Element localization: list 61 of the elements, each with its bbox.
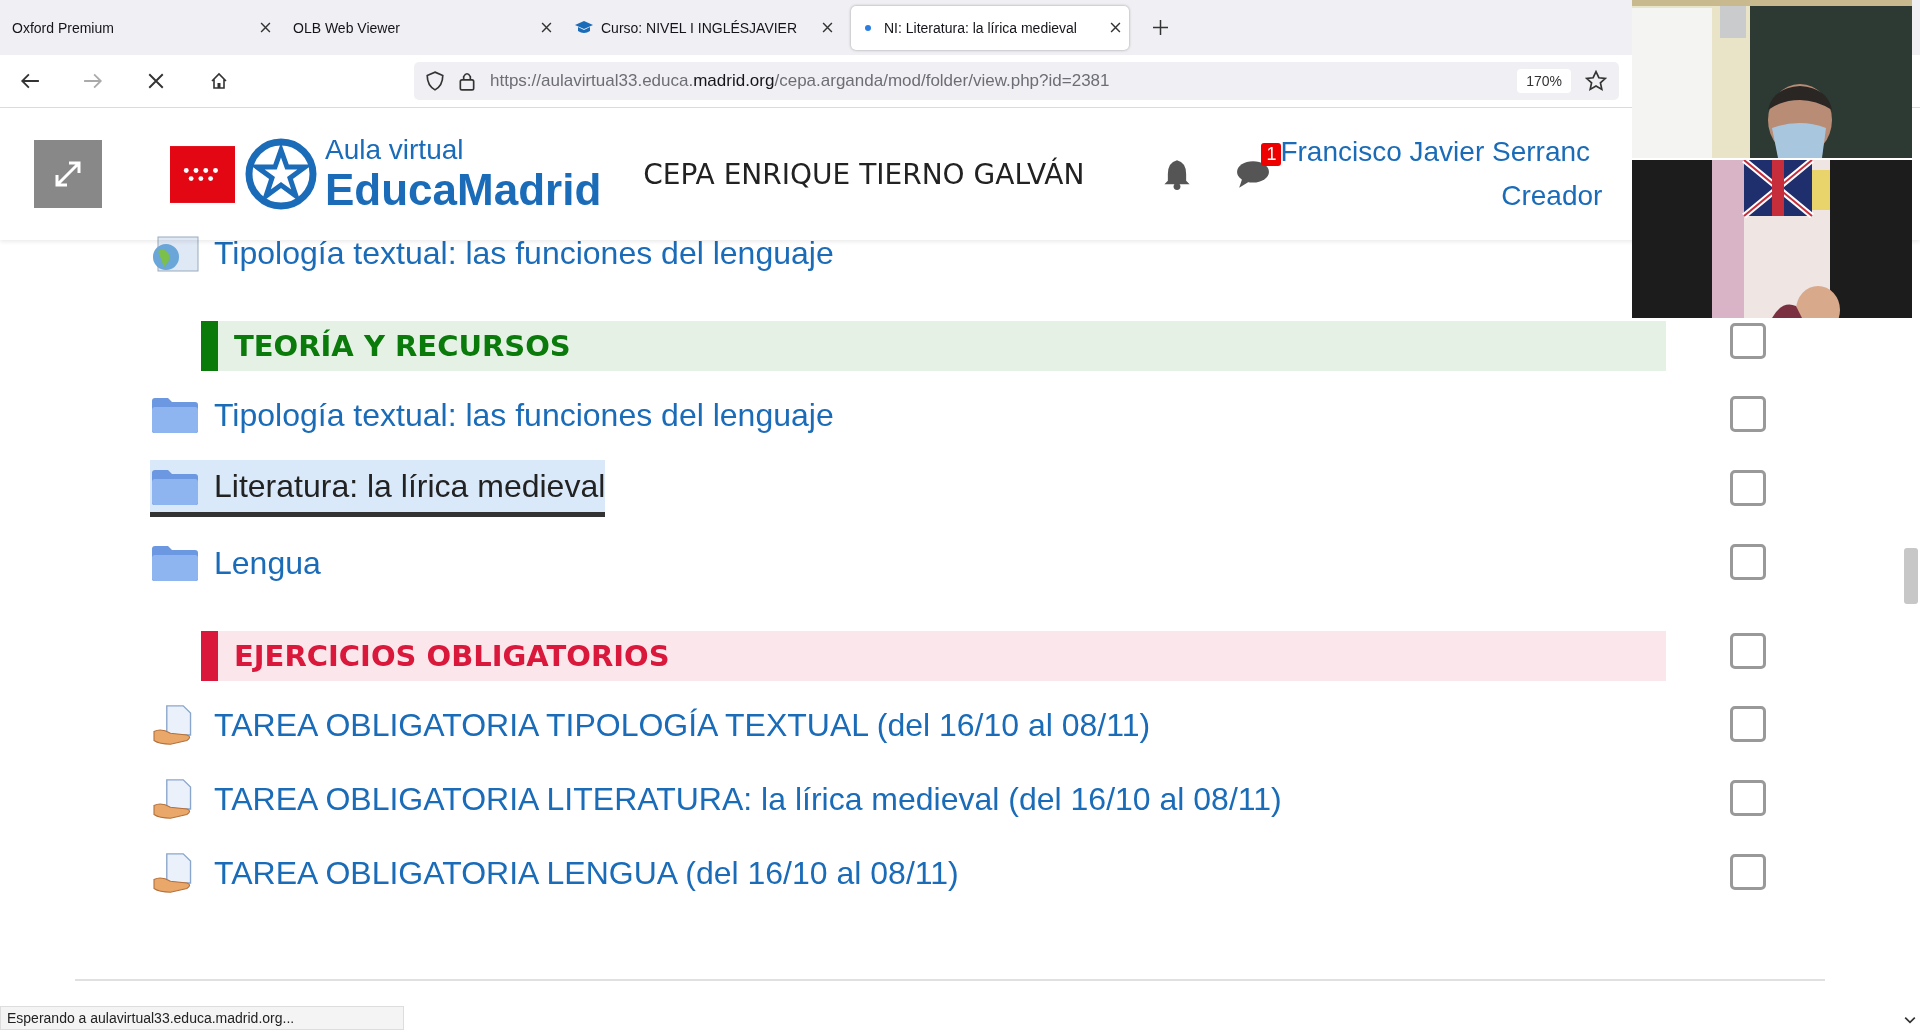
notification-badge: 1 — [1261, 143, 1282, 166]
activity-title: TAREA OBLIGATORIA LITERATURA: la lírica medieval (del 16/10 al 08/11) — [214, 780, 1282, 818]
back-icon[interactable] — [20, 72, 40, 90]
activity-title: Literatura: la lírica medieval — [214, 468, 606, 505]
stop-icon[interactable] — [146, 72, 166, 90]
activity-link[interactable]: Tipología textual: las funciones del lenguaje — [150, 388, 834, 440]
user-name[interactable]: Francisco Javier Serranc — [1280, 136, 1591, 168]
activity-title: Tipología textual: las funciones del lenguaje — [214, 396, 834, 434]
completion-checkbox[interactable] — [1730, 633, 1766, 669]
activity-title: TAREA OBLIGATORIA LENGUA (del 16/10 al 08/11) — [214, 854, 959, 892]
browser-tab[interactable]: NI: Literatura: la lírica medieval — [851, 5, 1129, 50]
close-icon[interactable] — [541, 22, 552, 33]
new-tab-icon[interactable] — [1153, 20, 1168, 35]
activity-link[interactable]: TAREA OBLIGATORIA TIPOLOGÍA TEXTUAL (del 16/10 al 08/11) — [150, 698, 1151, 750]
section-heading: EJERCICIOS OBLIGATORIOS — [201, 631, 1666, 681]
tab-title: Oxford Premium — [12, 19, 115, 36]
tab-title: Curso: NIVEL I INGLÉSJAVIER — [601, 19, 799, 36]
bookmark-star-icon[interactable] — [1585, 70, 1607, 92]
url-text[interactable]: https://aulavirtual33.educa.madrid.org/cepa.arganda/mod/folder/view.php?id=2381 — [490, 71, 1504, 91]
activity-title: Lengua — [214, 544, 321, 582]
address-field[interactable]: https://aulavirtual33.educa.madrid.org/cepa.arganda/mod/folder/view.php?id=2381 170% — [414, 62, 1619, 100]
activity-link[interactable]: TAREA OBLIGATORIA LITERATURA: la lírica medieval (del 16/10 al 08/11) — [150, 772, 1282, 824]
activity-link[interactable]: Lengua — [150, 536, 321, 588]
completion-checkbox[interactable] — [1730, 780, 1766, 816]
browser-tab[interactable]: OLB Web Viewer — [285, 5, 560, 50]
activity-title: Tipología textual: las funciones del lenguaje — [214, 234, 834, 272]
status-text: Esperando a aulavirtual33.educa.madrid.org... — [0, 1006, 404, 1030]
completion-checkbox[interactable] — [1730, 854, 1766, 890]
chat-bubble-icon[interactable] — [1236, 159, 1271, 189]
tab-title: NI: Literatura: la lírica medieval — [884, 19, 1078, 36]
loading-dot-icon — [865, 24, 871, 31]
home-icon[interactable] — [209, 72, 229, 90]
close-icon[interactable] — [822, 22, 833, 33]
completion-checkbox[interactable] — [1730, 544, 1766, 580]
graduation-cap-icon — [574, 19, 594, 36]
expand-icon — [53, 159, 83, 189]
browser-tab[interactable]: Curso: NIVEL I INGLÉSJAVIER — [566, 5, 841, 50]
section-heading: TEORÍA Y RECURSOS — [201, 321, 1666, 371]
school-name: CEPA ENRIQUE TIERNO GALVÁN — [643, 157, 1085, 191]
logo-title: EducaMadrid — [325, 168, 602, 212]
tab-title: OLB Web Viewer — [293, 19, 401, 36]
star-circle-logo-icon — [245, 138, 317, 210]
scrollbar-thumb[interactable] — [1904, 548, 1918, 604]
activity-link[interactable]: Tipología textual: las funciones del lenguaje — [150, 226, 834, 278]
zoom-level[interactable]: 170% — [1517, 69, 1571, 93]
logo-subtitle: Aula virtual — [325, 136, 465, 164]
lock-icon[interactable] — [458, 71, 476, 91]
shield-icon[interactable] — [426, 71, 444, 91]
activity-link[interactable]: Literatura: la lírica medieval — [150, 459, 606, 517]
close-icon[interactable] — [260, 22, 271, 33]
completion-checkbox[interactable] — [1730, 396, 1766, 432]
scroll-down-icon[interactable] — [1904, 1016, 1916, 1024]
completion-checkbox[interactable] — [1730, 323, 1766, 359]
completion-checkbox[interactable] — [1730, 470, 1766, 506]
completion-checkbox[interactable] — [1730, 706, 1766, 742]
user-role: Creador — [1501, 180, 1603, 212]
browser-tab[interactable]: Oxford Premium — [4, 5, 279, 50]
close-icon[interactable] — [1110, 22, 1121, 33]
activity-title: TAREA OBLIGATORIA TIPOLOGÍA TEXTUAL (del 16/10 al 08/11) — [214, 706, 1151, 744]
activity-link[interactable]: TAREA OBLIGATORIA LENGUA (del 16/10 al 08/11) — [150, 846, 959, 898]
expand-button[interactable] — [34, 140, 102, 208]
